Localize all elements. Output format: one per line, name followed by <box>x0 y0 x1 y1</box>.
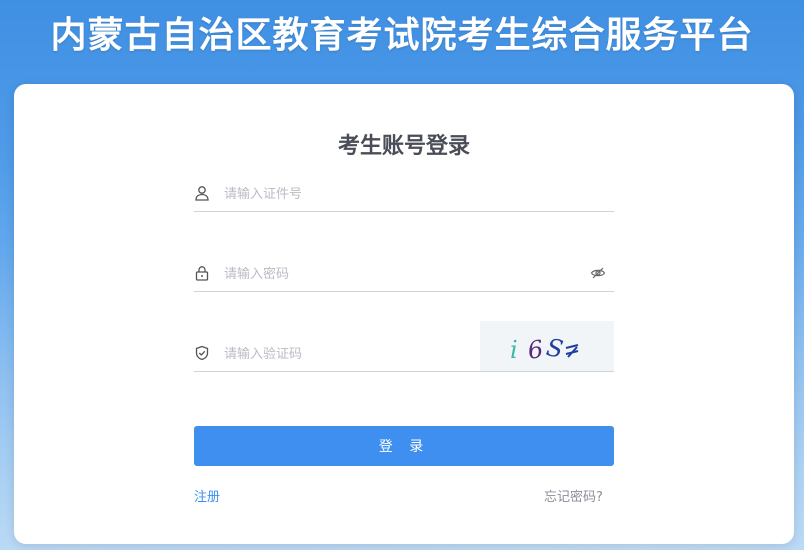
password-input[interactable] <box>222 261 566 287</box>
svg-text:S: S <box>544 333 565 363</box>
lock-icon <box>195 266 209 281</box>
login-title: 考生账号登录 <box>337 134 470 159</box>
id-input[interactable] <box>222 181 566 207</box>
shield-check-icon <box>195 345 209 361</box>
password-field <box>194 255 614 292</box>
captcha-field: i 6 S <box>194 321 614 372</box>
svg-text:6: 6 <box>526 335 545 365</box>
login-card: 考生账号登录 i 6 S <box>14 84 794 544</box>
register-link[interactable]: 注册 <box>194 486 220 505</box>
captcha-input[interactable] <box>222 341 456 367</box>
site-title: 内蒙古自治区教育考试院考生综合服务平台 <box>50 15 754 56</box>
id-field <box>194 175 614 212</box>
user-icon <box>195 186 209 201</box>
login-button[interactable]: 登 录 <box>194 426 614 466</box>
captcha-text: i 6 S <box>510 333 579 365</box>
svg-text:i: i <box>510 336 518 364</box>
forgot-password-link[interactable]: 忘记密码? <box>544 486 603 505</box>
eye-off-icon[interactable] <box>590 265 606 281</box>
captcha-image[interactable]: i 6 S <box>480 321 614 371</box>
